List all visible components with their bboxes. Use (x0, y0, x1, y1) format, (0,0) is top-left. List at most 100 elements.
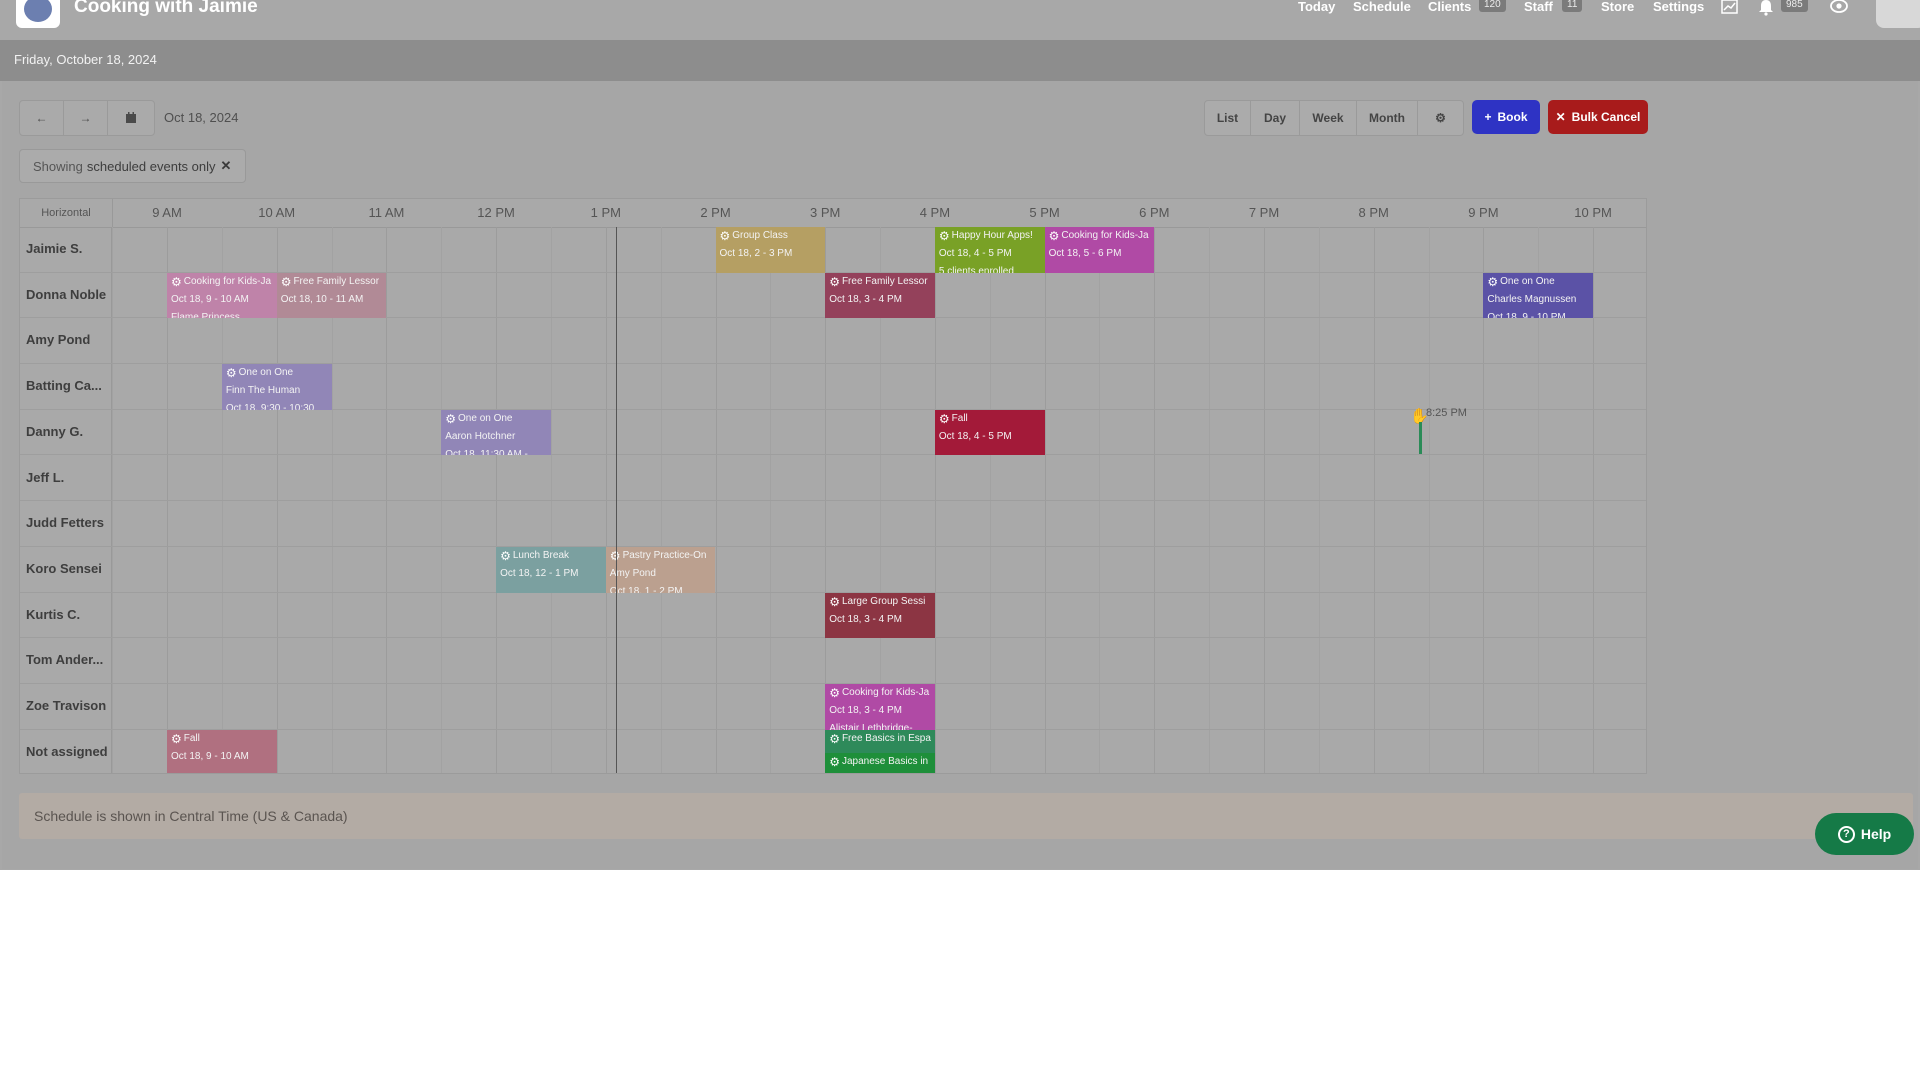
staff-name[interactable]: Not assigned (26, 744, 108, 759)
event-block[interactable]: ⚙ Free Basics in Espa (825, 729, 935, 753)
staff-name[interactable]: Koro Sensei (26, 561, 102, 576)
book-button[interactable]: + Book (1472, 100, 1540, 134)
event-gear-icon: ⚙ (829, 686, 840, 700)
layout-toggle[interactable]: Horizontal (20, 199, 113, 227)
staff-name[interactable]: Donna Noble (26, 287, 106, 302)
date-picker-button[interactable] (107, 100, 155, 136)
user-avatar[interactable] (1876, 0, 1920, 28)
bulk-cancel-button[interactable]: ✕ Bulk Cancel (1548, 100, 1648, 134)
event-block[interactable]: ⚙ Japanese Basics in (825, 752, 935, 773)
event-block[interactable]: ⚙ Fall Oct 18, 9 - 10 AM (167, 729, 277, 773)
staff-name[interactable]: Jaimie S. (26, 241, 82, 256)
staff-row[interactable]: Judd Fetters (20, 501, 1646, 547)
staff-name[interactable]: Danny G. (26, 424, 83, 439)
staff-name[interactable]: Jeff L. (26, 470, 64, 485)
next-day-button[interactable]: → (63, 100, 108, 136)
staff-row[interactable]: Koro Sensei (20, 547, 1646, 593)
help-button[interactable]: ? Help (1815, 813, 1914, 855)
event-block[interactable]: ⚙ Group Class Oct 18, 2 - 3 PM (715, 227, 826, 273)
event-gear-icon: ⚙ (938, 411, 950, 426)
event-gear-icon: ⚙ (829, 731, 840, 746)
nav-schedule[interactable]: Schedule (1353, 0, 1411, 14)
remove-filter-icon[interactable]: ✕ (221, 158, 232, 174)
hour-label: 7 PM (1248, 205, 1280, 220)
view-month-button[interactable]: Month (1356, 100, 1418, 136)
hour-label: 5 PM (1029, 205, 1060, 220)
staff-row[interactable]: Tom Ander... (20, 638, 1646, 684)
event-title: Free Basics in Espa (841, 732, 931, 744)
timezone-note: Schedule is shown in Central Time (US & … (19, 793, 1913, 839)
event-extra: Oct 18, 9:30 - 10:30 (225, 403, 315, 410)
staff-row[interactable]: Jaimie S. (20, 227, 1646, 273)
event-title-line: ⚙ Happy Hour Apps! (939, 227, 1045, 245)
staff-name[interactable]: Judd Fetters (26, 515, 104, 530)
event-block[interactable]: ⚙ Cooking for Kids-Ja Oct 18, 3 - 4 PM Alis… (825, 684, 935, 730)
hour-label: 8 PM (1358, 205, 1389, 220)
event-block[interactable]: ⚙ Lunch Break Oct 18, 12 - 1 PM (496, 546, 606, 593)
event-block[interactable]: ⚙ One on One Charles Magnussen Oct 18, 9 - … (1483, 272, 1594, 319)
hour-label: 9 AM (152, 205, 182, 220)
event-title-line: ⚙ Cooking for Kids-Ja (171, 273, 277, 291)
event-title-line: ⚙Pastry Practice-On (610, 547, 716, 565)
staff-name[interactable]: Amy Pond (26, 332, 90, 347)
nav-settings[interactable]: Settings (1653, 0, 1704, 14)
event-detail: Oct 18, 4 - 5 PM (938, 248, 1012, 259)
notification-bell-icon[interactable] (1756, 0, 1776, 16)
event-block[interactable]: ⚙ Fall Oct 18, 4 - 5 PM (934, 409, 1045, 456)
staff-count-badge: 11 (1562, 0, 1583, 12)
staff-row[interactable]: Amy Pond (20, 318, 1646, 365)
app-window: Cooking with Jaimie Today Schedule Clien… (0, 0, 1920, 870)
staff-name[interactable]: Tom Ander... (26, 652, 103, 667)
event-gear-icon: ⚙ (719, 229, 731, 243)
staff-row[interactable]: Danny G. (20, 410, 1646, 456)
event-title-line: ⚙ Japanese Basics in (829, 753, 935, 771)
hour-label: 12 PM (477, 205, 515, 220)
event-gear-icon: ⚙ (1487, 274, 1499, 289)
view-day-button[interactable]: Day (1250, 100, 1300, 136)
question-icon: ? (1837, 825, 1855, 843)
filter-prefix: Showing (33, 158, 83, 174)
event-block[interactable]: ⚙ Large Group Sessi Oct 18, 3 - 4 PM (825, 592, 935, 639)
event-gear-icon: ⚙ (829, 594, 840, 609)
event-block[interactable]: ⚙Pastry Practice-On Amy Pond Oct 18, 1 - 2… (605, 546, 716, 593)
event-title: One on One (1500, 275, 1555, 287)
event-title: Fall (951, 412, 968, 424)
event-title: Fall (183, 732, 200, 744)
event-block[interactable]: ⚙ Free Family Lessor Oct 18, 10 - 11 AM (276, 272, 387, 319)
event-title-line: ⚙ Cooking for Kids-Ja (1049, 227, 1155, 245)
hour-label: 1 PM (590, 205, 621, 220)
event-detail: Amy Pond (609, 567, 656, 579)
event-block[interactable]: ⚙ Cooking for Kids-Ja Oct 18, 5 - 6 PM (1044, 227, 1155, 273)
event-extra: Oct 18, 1 - 2 PM (609, 585, 683, 593)
event-block[interactable]: ⚙ One on One Finn The Human Oct 18, 9:30 - … (221, 364, 332, 410)
calendar-settings-button[interactable]: ⚙ (1417, 100, 1464, 136)
nav-store[interactable]: Store (1601, 0, 1634, 14)
brand-logo[interactable] (16, 0, 60, 28)
staff-row[interactable]: Jeff L. (20, 456, 1646, 502)
nav-clients[interactable]: Clients (1428, 0, 1471, 14)
event-block[interactable]: ⚙ One on One Aaron Hotchner Oct 18, 11:30 A… (441, 409, 551, 456)
app-title[interactable]: Cooking with Jaimie (74, 0, 258, 18)
staff-name[interactable]: Batting Ca... (26, 378, 102, 393)
nav-today[interactable]: Today (1298, 0, 1335, 14)
event-detail: Oct 18, 2 - 3 PM (719, 248, 793, 259)
event-gear-icon: ⚙ (280, 274, 292, 289)
event-title-line: ⚙ Group Class (720, 227, 826, 245)
event-detail: Charles Magnussen (1487, 293, 1577, 305)
event-block[interactable]: ⚙ Happy Hour Apps! Oct 18, 4 - 5 PM 5 clien… (934, 227, 1045, 273)
selected-date: Oct 18, 2024 (164, 110, 239, 125)
event-block[interactable]: ⚙ Free Family Lessor Oct 18, 3 - 4 PM (825, 272, 935, 319)
nav-staff[interactable]: Staff (1524, 0, 1553, 14)
event-block[interactable]: ⚙ Cooking for Kids-Ja Oct 18, 9 - 10 AM Fla… (167, 272, 277, 319)
staff-name[interactable]: Zoe Travison (26, 698, 106, 713)
hour-label: 4 PM (919, 205, 951, 220)
staff-name[interactable]: Kurtis C. (26, 607, 80, 622)
event-title: Group Class (732, 230, 788, 241)
event-title: One on One (238, 367, 294, 379)
event-title: Free Family Lessor (293, 275, 380, 287)
view-week-button[interactable]: Week (1299, 100, 1357, 136)
view-list-button[interactable]: List (1204, 100, 1251, 136)
preview-eye-icon[interactable] (1829, 0, 1849, 16)
previous-day-button[interactable]: ← (19, 100, 64, 136)
reports-chart-icon[interactable] (1720, 0, 1740, 16)
